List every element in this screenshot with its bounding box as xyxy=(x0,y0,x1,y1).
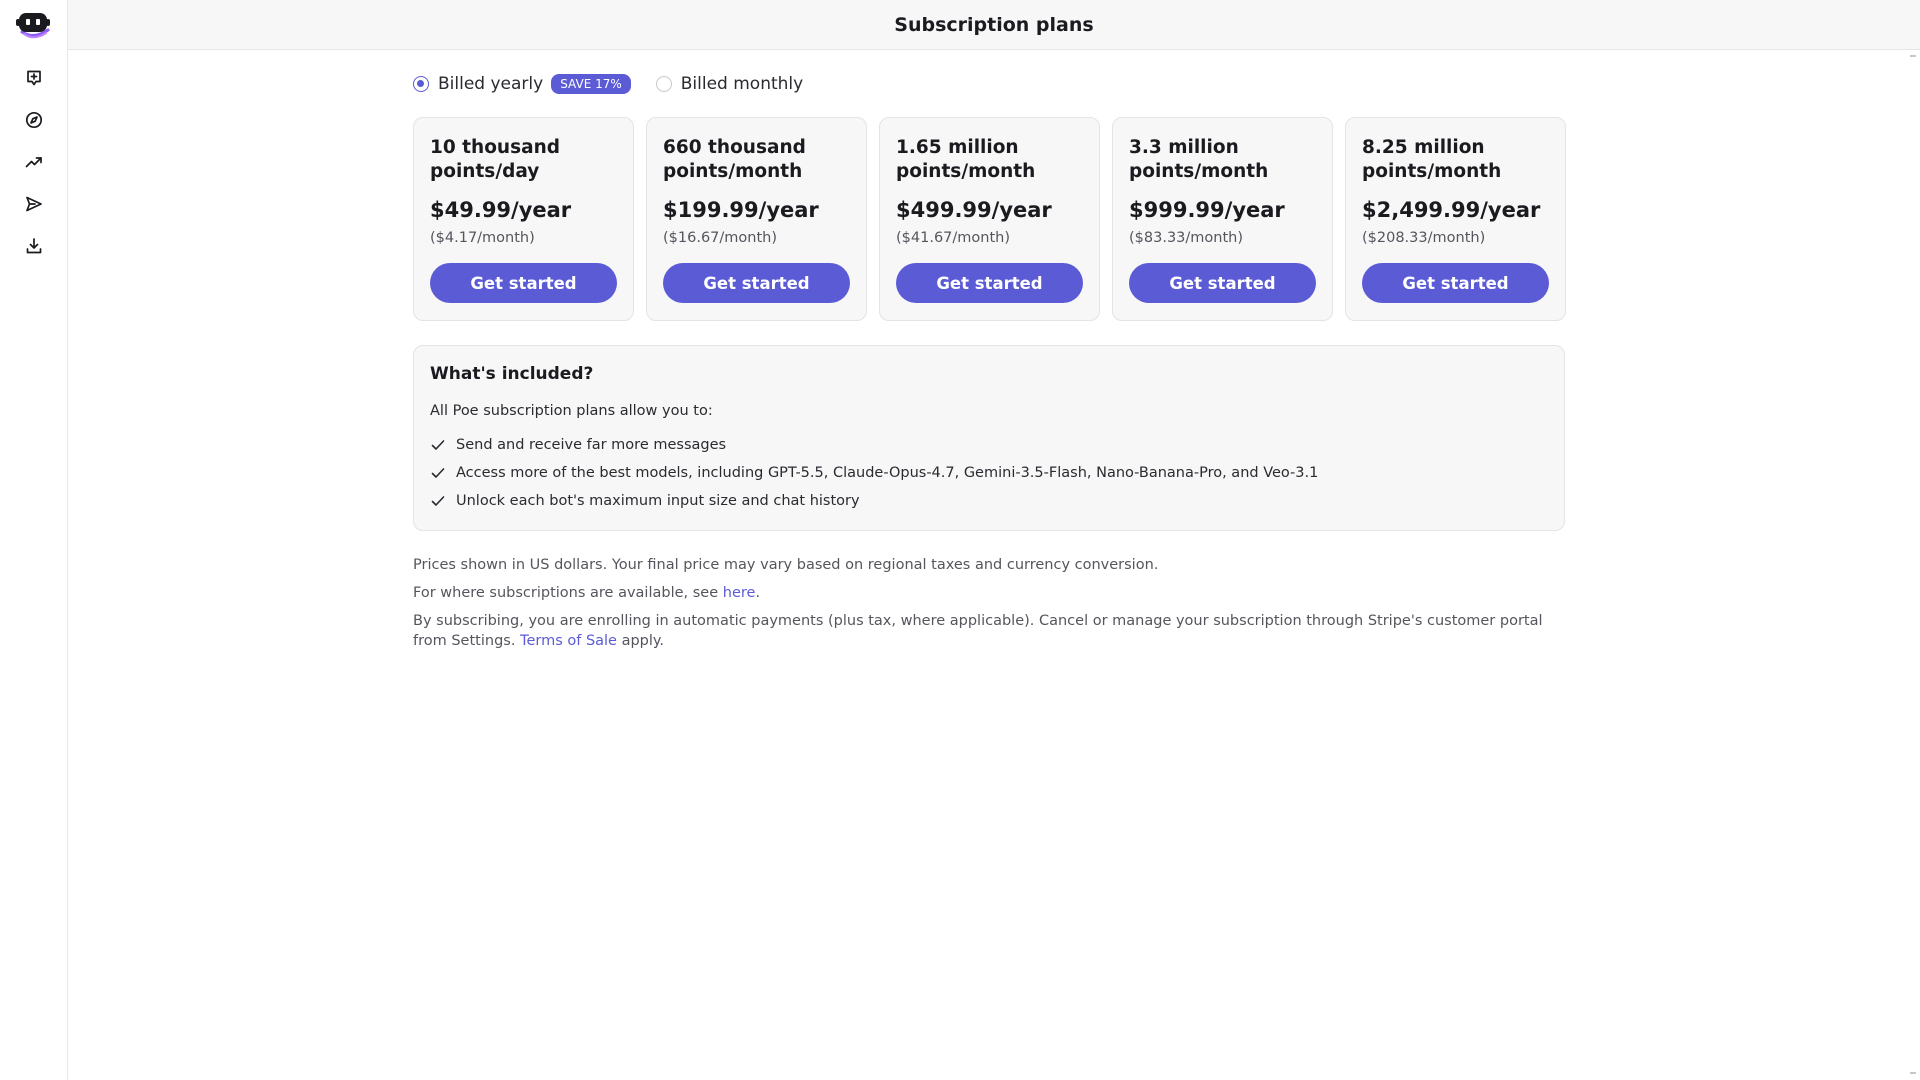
feature-list: Send and receive far more messages Acces… xyxy=(430,431,1548,515)
page-title: Subscription plans xyxy=(894,13,1094,36)
whats-included-panel: What's included? All Poe subscription pl… xyxy=(413,345,1565,531)
availability-text: For where subscriptions are available, s… xyxy=(413,585,723,601)
plan-price: $2,499.99/year xyxy=(1362,198,1541,222)
plan-list: 10 thousand points/day $49.99/year ($4.1… xyxy=(413,117,1566,321)
plan-card: 3.3 million points/month $999.99/year ($… xyxy=(1112,117,1333,321)
plan-price: $199.99/year xyxy=(663,198,819,222)
terms-note: By subscribing, you are enrolling in aut… xyxy=(413,611,1565,651)
feature-text: Unlock each bot's maximum input size and… xyxy=(456,493,860,509)
scrollbar-bottom[interactable] xyxy=(1910,1072,1916,1074)
billed-monthly-radio[interactable] xyxy=(655,76,672,92)
scrollbar-top[interactable] xyxy=(1910,55,1916,57)
plan-card: 1.65 million points/month $499.99/year (… xyxy=(879,117,1100,321)
poe-logo-icon[interactable] xyxy=(16,10,52,40)
plan-monthly-price: ($4.17/month) xyxy=(430,230,535,246)
plan-monthly-price: ($83.33/month) xyxy=(1129,230,1243,246)
plan-name: 1.65 million points/month xyxy=(896,137,1036,182)
compass-icon[interactable] xyxy=(22,108,46,132)
plan-price: $999.99/year xyxy=(1129,198,1285,222)
plan-card: 660 thousand points/month $199.99/year (… xyxy=(646,117,867,321)
list-item: Unlock each bot's maximum input size and… xyxy=(430,487,1548,515)
pricing-notes: Prices shown in US dollars. Your final p… xyxy=(413,555,1565,659)
new-chat-icon[interactable] xyxy=(22,66,46,90)
billed-yearly-radio[interactable] xyxy=(413,76,429,92)
billed-yearly-option[interactable]: Billed yearly SAVE 17% xyxy=(413,74,631,94)
send-icon[interactable] xyxy=(22,192,46,216)
check-icon xyxy=(431,440,445,450)
plan-name: 8.25 million points/month xyxy=(1362,137,1502,182)
plan-price: $499.99/year xyxy=(896,198,1052,222)
get-started-button[interactable]: Get started xyxy=(896,263,1083,303)
terms-suffix: apply. xyxy=(616,633,665,649)
terms-of-sale-link[interactable]: Terms of Sale xyxy=(520,633,617,649)
save-badge: SAVE 17% xyxy=(551,74,631,94)
check-icon xyxy=(431,468,445,478)
list-item: Send and receive far more messages xyxy=(430,431,1548,459)
get-started-button[interactable]: Get started xyxy=(663,263,850,303)
trending-up-icon[interactable] xyxy=(22,150,46,174)
plan-monthly-price: ($16.67/month) xyxy=(663,230,777,246)
get-started-button[interactable]: Get started xyxy=(1129,263,1316,303)
plan-monthly-price: ($41.67/month) xyxy=(896,230,1010,246)
plan-name: 3.3 million points/month xyxy=(1129,137,1269,182)
plan-name: 660 thousand points/month xyxy=(663,137,806,182)
availability-link[interactable]: here xyxy=(723,585,756,601)
list-item: Access more of the best models, includin… xyxy=(430,459,1548,487)
check-icon xyxy=(431,496,445,506)
availability-suffix: . xyxy=(755,585,761,601)
whats-included-title: What's included? xyxy=(430,364,594,384)
availability-note: For where subscriptions are available, s… xyxy=(413,583,1565,603)
get-started-button[interactable]: Get started xyxy=(430,263,617,303)
billed-monthly-option[interactable]: Billed monthly xyxy=(655,74,804,94)
currency-note: Prices shown in US dollars. Your final p… xyxy=(413,557,1159,573)
page-header: Subscription plans xyxy=(68,0,1920,50)
plan-name: 10 thousand points/day xyxy=(430,137,560,182)
get-started-button[interactable]: Get started xyxy=(1362,263,1549,303)
billed-yearly-label: Billed yearly xyxy=(438,74,544,94)
whats-included-intro: All Poe subscription plans allow you to: xyxy=(430,403,713,419)
billed-monthly-label: Billed monthly xyxy=(680,74,804,94)
sidebar xyxy=(0,0,68,1080)
billing-toggle: Billed yearly SAVE 17% Billed monthly xyxy=(413,72,913,96)
feature-text: Send and receive far more messages xyxy=(456,437,727,453)
feature-text: Access more of the best models, includin… xyxy=(456,465,1319,481)
plan-monthly-price: ($208.33/month) xyxy=(1362,230,1486,246)
download-icon[interactable] xyxy=(22,234,46,258)
plan-card: 8.25 million points/month $2,499.99/year… xyxy=(1345,117,1566,321)
plan-card: 10 thousand points/day $49.99/year ($4.1… xyxy=(413,117,634,321)
plan-price: $49.99/year xyxy=(430,198,572,222)
